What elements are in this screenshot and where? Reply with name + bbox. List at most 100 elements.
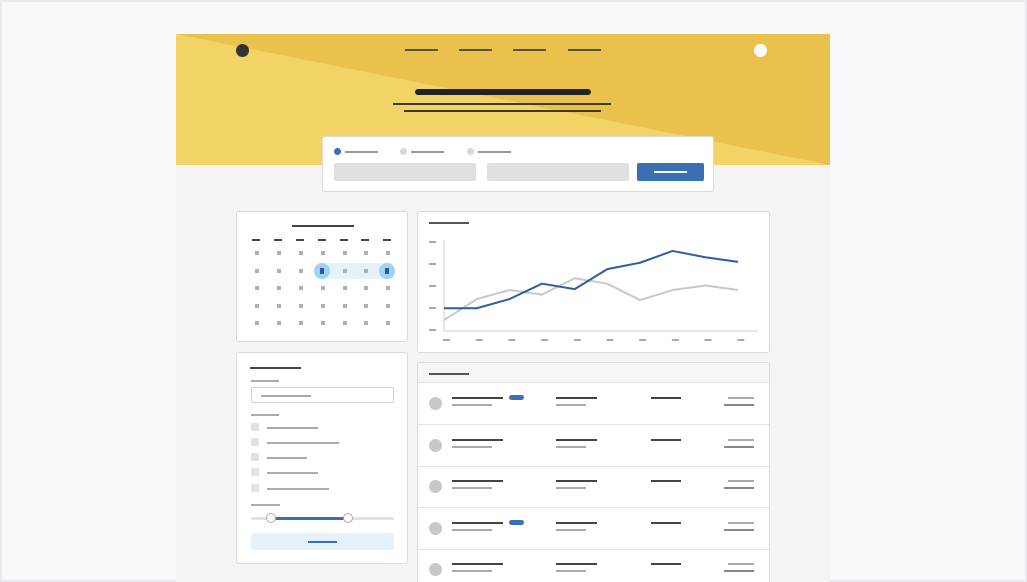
calendar-selected-day[interactable] [379, 263, 395, 279]
calendar-day[interactable] [277, 321, 281, 325]
search-button-label [654, 171, 687, 173]
calendar-selected-day[interactable] [314, 263, 330, 279]
filter-input-value [261, 395, 311, 397]
row-avatar [429, 438, 442, 452]
line-chart [429, 222, 758, 341]
filter-checkbox[interactable] [251, 484, 259, 492]
calendar-day[interactable] [343, 286, 347, 290]
row-col3-value [651, 563, 681, 565]
nav-link-2[interactable] [459, 49, 492, 51]
line-chart-card [417, 211, 770, 353]
row-col2-value [556, 521, 597, 524]
chart-title [429, 222, 469, 224]
table-row[interactable] [418, 466, 769, 508]
calendar-day[interactable] [255, 321, 259, 325]
y-tick-label [429, 241, 436, 243]
trip-type-radio-3[interactable] [467, 148, 474, 155]
calendar-day[interactable] [277, 251, 281, 255]
calendar-day[interactable] [277, 269, 281, 273]
filter-input[interactable] [251, 387, 394, 403]
range-slider-max-handle[interactable] [343, 513, 353, 523]
row-col3-value [651, 438, 681, 441]
y-tick-label [429, 263, 436, 265]
row-avatar [429, 521, 442, 535]
filter-checkbox[interactable] [251, 438, 259, 446]
row-col2-value [556, 438, 597, 441]
range-slider-fill [271, 517, 348, 520]
x-tick-label [508, 339, 516, 341]
row-subtitle [452, 528, 492, 531]
calendar-day[interactable] [321, 304, 325, 308]
calendar-day[interactable] [299, 251, 303, 255]
nav-link-1[interactable] [405, 49, 438, 51]
calendar-day[interactable] [364, 269, 368, 273]
calendar-day[interactable] [321, 286, 325, 290]
trip-type-radio-2[interactable] [400, 148, 407, 155]
filter-checkbox[interactable] [251, 468, 259, 476]
calendar-day[interactable] [364, 321, 368, 325]
calendar-day[interactable] [321, 251, 325, 255]
apply-filters-button[interactable] [251, 533, 394, 550]
search-field-destination[interactable] [487, 163, 629, 181]
calendar-day[interactable] [364, 251, 368, 255]
calendar-day[interactable] [343, 321, 347, 325]
trip-type-radio-1[interactable] [334, 148, 341, 155]
nav-link-3[interactable] [513, 49, 546, 51]
filter-input-label [251, 380, 279, 382]
calendar-day[interactable] [255, 269, 259, 273]
calendar-day[interactable] [386, 304, 390, 308]
row-col3-value [651, 521, 681, 524]
calendar-day[interactable] [277, 286, 281, 290]
calendar-day[interactable] [299, 304, 303, 308]
row-title [452, 438, 503, 441]
table-row[interactable] [418, 425, 769, 467]
search-button[interactable] [637, 163, 704, 181]
calendar-day[interactable] [364, 304, 368, 308]
row-col4-sub [724, 570, 754, 572]
calendar-day[interactable] [343, 269, 347, 273]
row-col2-sub [556, 570, 586, 572]
calendar-day[interactable] [277, 304, 281, 308]
filter-option-label [267, 442, 339, 444]
calendar-day[interactable] [386, 286, 390, 290]
row-col4-value [728, 480, 754, 482]
calendar-day[interactable] [255, 251, 259, 255]
calendar-day[interactable] [321, 321, 325, 325]
row-avatar [429, 397, 442, 410]
search-field-origin[interactable] [334, 163, 476, 181]
filter-checkbox[interactable] [251, 453, 259, 461]
filter-option-label [267, 472, 318, 474]
calendar-day[interactable] [255, 304, 259, 308]
row-col2-sub [556, 528, 586, 531]
calendar-day[interactable] [299, 321, 303, 325]
trip-type-label-2 [411, 151, 444, 153]
row-col2-value [556, 397, 597, 399]
apply-filters-label [308, 541, 337, 543]
table-title [429, 373, 469, 375]
calendar-day[interactable] [386, 321, 390, 325]
nav-link-4[interactable] [568, 49, 601, 51]
calendar-day[interactable] [299, 286, 303, 290]
calendar-day[interactable] [299, 269, 303, 273]
calendar-day[interactable] [343, 251, 347, 255]
row-col2-value [556, 480, 597, 482]
logo-icon[interactable] [236, 44, 249, 57]
x-tick-label [671, 339, 679, 341]
weekday-label [383, 239, 391, 241]
range-slider-min-handle[interactable] [266, 513, 276, 523]
series-line [444, 249, 739, 310]
calendar-day[interactable] [386, 251, 390, 255]
filter-checkbox[interactable] [251, 423, 259, 431]
calendar-day[interactable] [343, 304, 347, 308]
hero-subtitle-line-2 [404, 110, 601, 112]
table-row[interactable] [418, 549, 769, 582]
filters-card [236, 352, 408, 564]
y-tick-label [429, 307, 436, 309]
table-row[interactable] [418, 383, 769, 425]
calendar-day[interactable] [255, 286, 259, 290]
filter-option-label [267, 488, 329, 490]
status-badge [509, 395, 524, 400]
profile-icon[interactable] [754, 44, 767, 57]
table-row[interactable] [418, 508, 769, 550]
calendar-day[interactable] [364, 286, 368, 290]
